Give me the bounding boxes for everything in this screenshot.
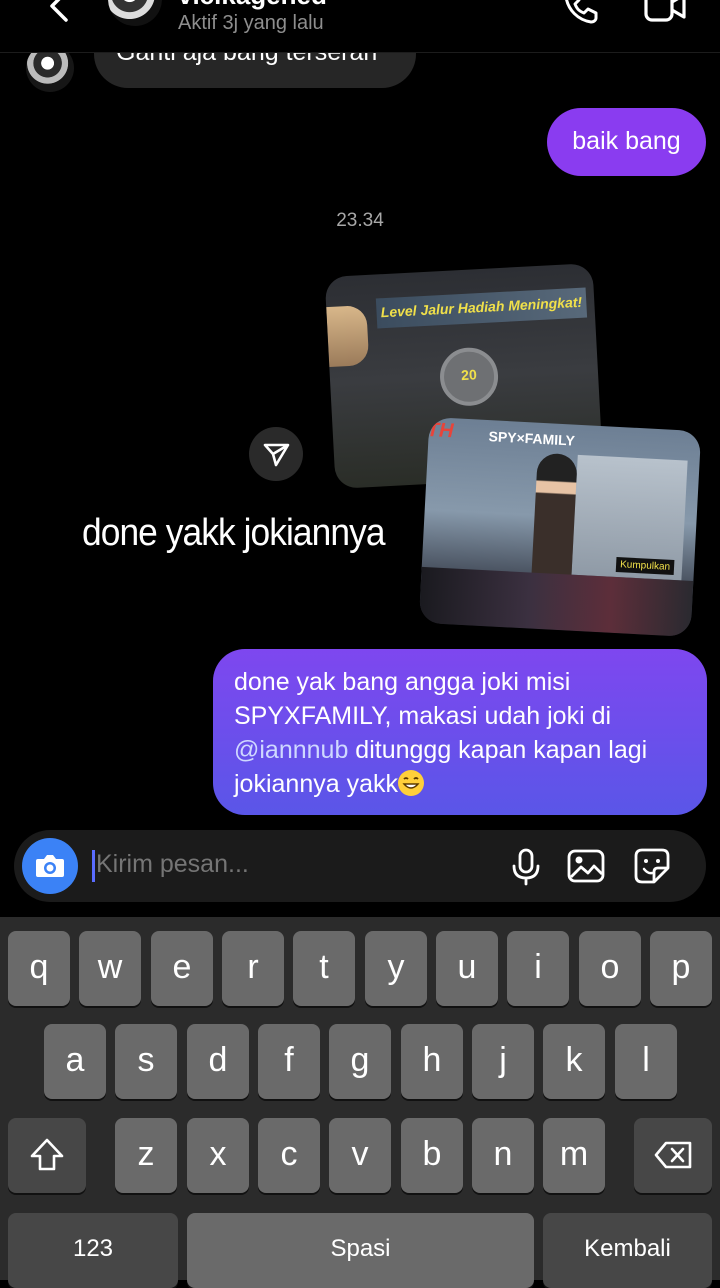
chat-header: vicikagened Aktif 3j yang lalu [0,0,720,53]
user-mention-link[interactable]: @iannnub [234,736,348,764]
camera-icon [36,855,64,877]
key-b[interactable]: b [401,1118,463,1193]
key-w[interactable]: w [79,931,141,1006]
key-t[interactable]: t [293,931,355,1006]
camera-button[interactable] [22,838,78,894]
backspace-key[interactable] [634,1118,712,1193]
key-q[interactable]: q [8,931,70,1006]
key-e[interactable]: e [151,931,213,1006]
key-j[interactable]: j [472,1024,534,1099]
send-icon [263,443,290,467]
message-text: baik bang [572,127,681,155]
text-caret [92,850,95,882]
outgoing-message-bubble[interactable]: done yak bang angga joki misi SPYXFAMILY… [213,649,707,815]
space-key[interactable]: Spasi [187,1213,534,1288]
contact-avatar[interactable] [108,0,162,26]
return-key[interactable]: Kembali [543,1213,712,1288]
character-portrait [326,305,370,368]
collect-label: Kumpulkan [615,556,675,576]
key-m[interactable]: m [543,1118,605,1193]
message-text-part: done yak bang angga joki misi SPYXFAMILY… [234,668,612,730]
story-reply-thumbnail-2[interactable]: TH SPY×FAMILY Kumpulkan [418,417,702,637]
key-r[interactable]: r [222,931,284,1006]
sticker-icon[interactable] [632,846,672,886]
story-caption: done yakk jokiannya [82,512,386,554]
key-z[interactable]: z [115,1118,177,1193]
key-d[interactable]: d [187,1024,249,1099]
key-l[interactable]: l [615,1024,677,1099]
contact-status: Aktif 3j yang lalu [178,12,324,34]
contact-name[interactable]: vicikagened [178,0,327,11]
game-logo: TH [426,418,455,443]
grinning-emoji-icon [397,770,424,797]
key-f[interactable]: f [258,1024,320,1099]
key-a[interactable]: a [44,1024,106,1099]
reward-banner: Level Jalur Hadiah Meningkat! [375,287,588,329]
key-h[interactable]: h [401,1024,463,1099]
microphone-icon[interactable] [506,846,546,886]
back-arrow-icon[interactable] [40,0,80,26]
key-i[interactable]: i [507,931,569,1006]
key-v[interactable]: v [329,1118,391,1193]
key-c[interactable]: c [258,1118,320,1193]
message-composer [14,830,706,902]
key-o[interactable]: o [579,931,641,1006]
shift-icon [30,1138,64,1171]
key-s[interactable]: s [115,1024,177,1099]
numbers-key[interactable]: 123 [8,1213,178,1288]
message-timestamp: 23.34 [336,210,384,231]
key-n[interactable]: n [472,1118,534,1193]
backspace-icon [654,1141,692,1169]
share-button[interactable] [249,427,303,481]
key-g[interactable]: g [329,1024,391,1099]
key-u[interactable]: u [436,931,498,1006]
pan-level-icon: 20 [438,346,500,408]
outgoing-message-bubble[interactable]: baik bang [547,108,706,176]
collab-brand: SPY×FAMILY [488,428,576,449]
shift-key[interactable] [8,1118,86,1193]
key-k[interactable]: k [543,1024,605,1099]
key-x[interactable]: x [187,1118,249,1193]
message-input[interactable] [96,850,476,879]
phone-call-icon[interactable] [562,0,602,26]
key-y[interactable]: y [365,931,427,1006]
gallery-icon[interactable] [566,846,606,886]
video-call-icon[interactable] [642,0,688,26]
onscreen-keyboard: q w e r t y u i o p a s d f g h j k l z … [0,917,720,1288]
message-text: done yak bang angga joki misi SPYXFAMILY… [234,665,694,801]
key-p[interactable]: p [650,931,712,1006]
